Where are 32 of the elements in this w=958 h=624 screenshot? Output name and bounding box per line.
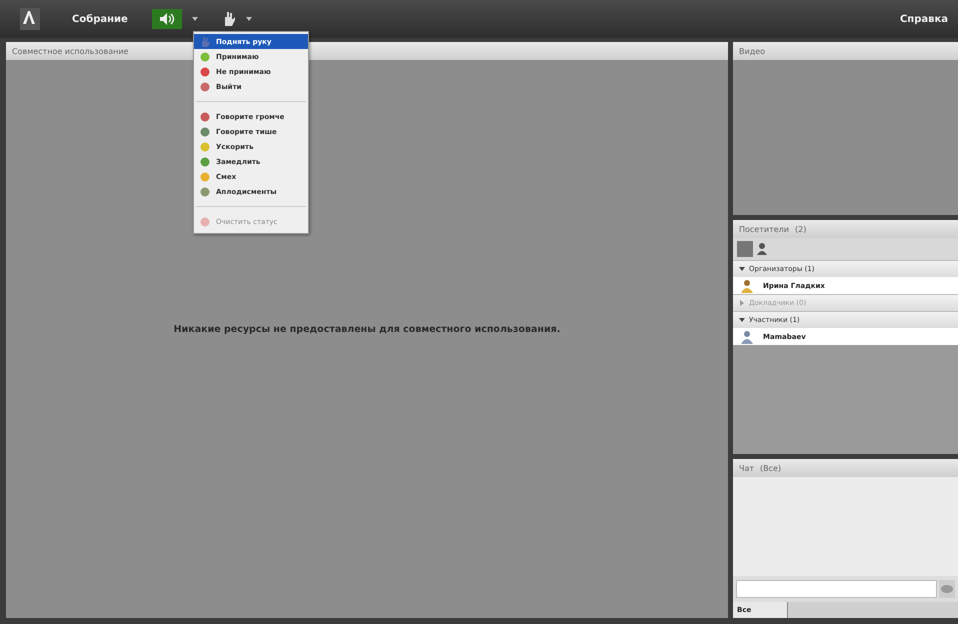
circle-icon xyxy=(200,172,210,182)
panel-title: Посетители xyxy=(739,224,789,234)
expanded-triangle-icon xyxy=(739,317,745,323)
caret-icon[interactable] xyxy=(246,17,252,21)
person-icon xyxy=(741,278,753,292)
panel-title: Чат xyxy=(739,464,754,472)
attendee-count: (2) xyxy=(794,224,806,234)
circle-icon xyxy=(200,186,210,196)
empty-message: Никакие ресурсы не предоставлены для совместного использования. xyxy=(174,324,560,334)
collapsed-triangle-icon xyxy=(739,300,745,306)
help-menu[interactable]: Справка xyxy=(900,14,948,24)
person-icon xyxy=(741,330,753,344)
raised-hand-icon xyxy=(200,36,210,46)
circle-icon xyxy=(200,126,210,136)
panel-title: Совместное использование xyxy=(12,46,128,56)
speech-bubble-icon xyxy=(941,584,953,594)
circle-icon xyxy=(200,82,210,92)
expanded-triangle-icon xyxy=(739,266,745,272)
circle-icon xyxy=(200,142,210,152)
logo-icon xyxy=(20,8,40,30)
chat-input[interactable] xyxy=(736,580,937,598)
circle-icon xyxy=(200,112,210,122)
panel-title: Видео xyxy=(739,46,766,56)
circle-icon xyxy=(200,52,210,62)
circle-icon xyxy=(200,156,210,166)
speaker-button[interactable] xyxy=(152,9,182,29)
circle-icon xyxy=(200,216,210,226)
circle-icon xyxy=(200,66,210,76)
chat-scope: (Все) xyxy=(760,464,782,472)
meeting-menu[interactable]: Собрание xyxy=(72,14,128,24)
caret-icon[interactable] xyxy=(192,17,198,21)
speaker-icon xyxy=(158,12,175,26)
